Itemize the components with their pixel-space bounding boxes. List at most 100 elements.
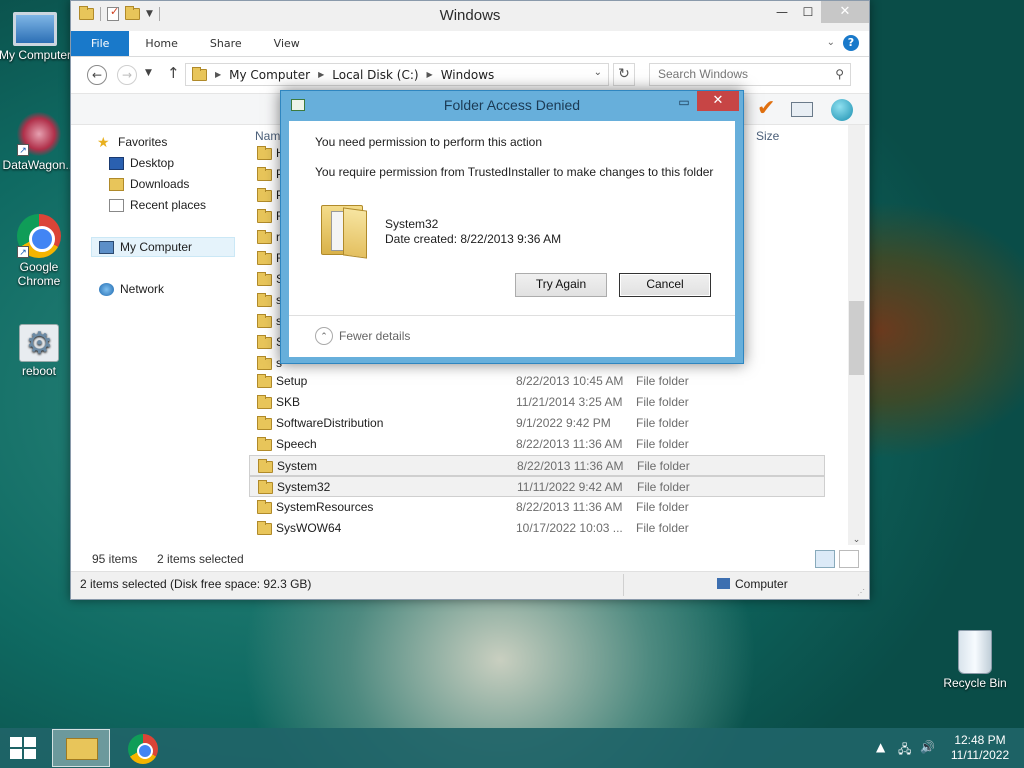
card-icon[interactable]	[791, 102, 813, 117]
clock-time: 12:48 PM	[954, 733, 1006, 747]
desktop-icon-recycle-bin[interactable]: Recycle Bin	[936, 630, 1014, 690]
system-clock[interactable]: 12:48 PM 11/11/2022	[940, 733, 1020, 763]
folder-icon	[257, 293, 272, 307]
nav-item-my-computer[interactable]: My Computer	[99, 240, 192, 254]
breadcrumb-arrow-icon[interactable]: ▶	[427, 70, 433, 79]
expand-ribbon-icon[interactable]: ⌄	[827, 37, 835, 48]
desktop-icon	[109, 156, 124, 170]
folder-icon	[257, 437, 272, 451]
large-icons-view-icon[interactable]	[839, 550, 859, 568]
nav-item-downloads[interactable]: Downloads	[109, 177, 189, 191]
folder-icon	[321, 199, 369, 259]
details-view-icon[interactable]	[815, 550, 835, 568]
folder-icon	[257, 209, 272, 223]
desktop-icon-reboot[interactable]: reboot	[0, 324, 78, 378]
file-type: File folder	[636, 416, 689, 430]
breadcrumb-my-computer[interactable]: My Computer	[229, 68, 310, 82]
nav-item-network[interactable]: Network	[99, 282, 164, 296]
refresh-button[interactable]: ↻	[613, 63, 635, 86]
desktop-icon-google-chrome[interactable]: ↗ Google Chrome	[0, 214, 78, 288]
window-titlebar[interactable]: ▼ Windows — ☐ ✕	[71, 1, 869, 31]
table-row[interactable]: Setup 8/22/2013 10:45 AM File folder	[249, 371, 825, 392]
tab-share[interactable]: Share	[194, 31, 258, 56]
globe-icon[interactable]	[831, 99, 853, 121]
recycle-bin-icon	[958, 630, 992, 674]
nav-item-favorites[interactable]: ★ Favorites	[97, 135, 168, 150]
minimize-button[interactable]: —	[769, 1, 795, 23]
file-explorer-icon	[66, 738, 98, 760]
nav-label: Favorites	[118, 135, 168, 149]
file-type: File folder	[636, 437, 689, 451]
scroll-down-icon[interactable]: ⌄	[848, 535, 865, 545]
downloads-icon	[109, 177, 124, 191]
recent-locations-dropdown-icon[interactable]: ▼	[145, 68, 152, 78]
cancel-button[interactable]: Cancel	[619, 273, 711, 297]
close-button[interactable]: ✕	[821, 1, 869, 23]
dialog-detail: You require permission from TrustedInsta…	[315, 165, 714, 179]
folder-icon	[257, 356, 272, 370]
vertical-scrollbar[interactable]: ⌄	[848, 125, 865, 545]
dialog-minimize-button[interactable]: ▭	[671, 95, 697, 109]
help-icon[interactable]: ?	[843, 35, 859, 51]
fewer-details-label: Fewer details	[339, 329, 411, 343]
computer-icon	[99, 240, 114, 254]
resize-grip-icon[interactable]: ⋰	[857, 588, 865, 597]
breadcrumb-arrow-icon[interactable]: ▶	[215, 70, 221, 79]
folder-icon	[257, 395, 272, 409]
status-bar: 95 items 2 items selected	[71, 549, 869, 569]
maximize-button[interactable]: ☐	[795, 1, 821, 23]
breadcrumb-local-disk[interactable]: Local Disk (C:)	[332, 68, 418, 82]
desktop-icon-datawagon[interactable]: ↗ DataWagon...	[0, 112, 78, 172]
file-name: SysWOW64	[276, 521, 342, 535]
file-type: File folder	[636, 500, 689, 514]
start-button[interactable]	[10, 737, 38, 759]
desktop-icon-my-computer[interactable]: My Computer	[0, 8, 74, 62]
taskbar-file-explorer[interactable]	[52, 729, 110, 767]
nav-item-recent-places[interactable]: Recent places	[109, 198, 206, 212]
volume-icon[interactable]: 🔊	[920, 740, 935, 754]
ribbon-tabs: File Home Share View ⌄ ?	[71, 31, 869, 57]
taskbar-chrome-icon[interactable]	[128, 734, 158, 764]
search-input[interactable]: Search Windows ⚲	[649, 63, 851, 86]
dialog-close-button[interactable]: ✕	[697, 91, 739, 111]
dialog-content: You need permission to perform this acti…	[289, 121, 735, 357]
table-row-selected[interactable]: System32 11/11/2022 9:42 AM File folder	[249, 476, 825, 497]
breadcrumb-arrow-icon[interactable]: ▶	[318, 70, 324, 79]
table-row[interactable]: SoftwareDistribution 9/1/2022 9:42 PM Fi…	[249, 413, 825, 434]
folder-icon	[257, 167, 272, 181]
file-name: System	[277, 459, 318, 473]
network-icon	[99, 282, 114, 296]
table-row[interactable]: Speech 8/22/2013 11:36 AM File folder	[249, 434, 825, 455]
forward-button[interactable]: →	[117, 65, 137, 85]
divider	[623, 574, 624, 596]
navigation-pane: ★ Favorites Desktop Downloads Recent pla…	[71, 125, 241, 545]
table-row-selected[interactable]: System 8/22/2013 11:36 AM File folder	[249, 455, 825, 476]
file-date: 8/22/2013 11:36 AM	[516, 437, 623, 451]
file-type: File folder	[636, 395, 689, 409]
search-icon: ⚲	[835, 67, 844, 81]
nav-item-desktop[interactable]: Desktop	[109, 156, 174, 170]
table-row[interactable]: SKB 11/21/2014 3:25 AM File folder	[249, 392, 825, 413]
divider	[289, 315, 735, 316]
tab-view[interactable]: View	[258, 31, 316, 56]
column-header-size[interactable]: Size	[756, 129, 779, 143]
computer-icon	[13, 12, 57, 46]
tab-home[interactable]: Home	[129, 31, 193, 56]
table-row[interactable]: SystemResources 8/22/2013 11:36 AM File …	[249, 497, 825, 518]
back-button[interactable]: ←	[87, 65, 107, 85]
address-bar[interactable]: ▶ My Computer ▶ Local Disk (C:) ▶ Window…	[185, 63, 609, 86]
try-again-button[interactable]: Try Again	[515, 273, 607, 297]
datawagon-icon: ↗	[17, 112, 61, 156]
breadcrumb-windows[interactable]: Windows	[441, 68, 495, 82]
show-hidden-icons[interactable]: ▲	[876, 740, 885, 754]
nav-label: Recent places	[130, 198, 207, 212]
network-tray-icon[interactable]: 🖧	[898, 740, 911, 761]
fewer-details-toggle[interactable]: ⌃ Fewer details	[315, 327, 410, 345]
scrollbar-thumb[interactable]	[849, 301, 864, 375]
tab-file[interactable]: File	[71, 31, 130, 56]
nav-label: Desktop	[130, 156, 175, 170]
address-dropdown-icon[interactable]: ⌄	[594, 67, 602, 78]
table-row[interactable]: SysWOW64 10/17/2022 10:03 ... File folde…	[249, 518, 825, 539]
checkmark-icon[interactable]: ✔	[757, 96, 775, 121]
up-button[interactable]: ↑	[167, 64, 180, 82]
